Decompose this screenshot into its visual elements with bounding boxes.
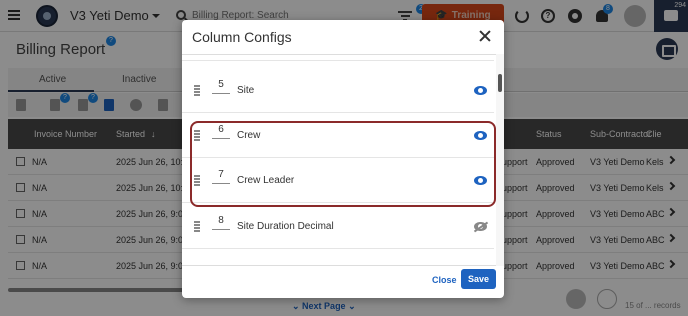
save-button[interactable]: Save bbox=[461, 269, 496, 289]
selection-highlight bbox=[190, 121, 496, 207]
close-button[interactable]: Close bbox=[432, 275, 457, 285]
column-order-input[interactable]: 8 bbox=[212, 215, 230, 230]
column-row-partial bbox=[182, 55, 494, 61]
column-name: Site Duration Decimal bbox=[237, 221, 334, 232]
column-configs-modal: Column Configs 5 Site 6 Crew 7 Crew Lead… bbox=[182, 20, 504, 298]
drag-handle-icon[interactable] bbox=[194, 85, 200, 97]
column-row[interactable]: 5 Site bbox=[182, 69, 494, 113]
close-icon[interactable] bbox=[479, 30, 491, 42]
eye-icon[interactable] bbox=[474, 86, 487, 95]
column-name: Site bbox=[237, 85, 255, 96]
eye-off-icon[interactable] bbox=[474, 222, 487, 231]
drag-handle-icon[interactable] bbox=[194, 221, 200, 233]
column-row-partial bbox=[182, 251, 494, 265]
column-row[interactable]: 8 Site Duration Decimal bbox=[182, 205, 494, 249]
modal-title: Column Configs bbox=[192, 29, 292, 45]
modal-scrollbar[interactable] bbox=[498, 74, 502, 92]
column-order-input[interactable]: 5 bbox=[212, 79, 230, 94]
